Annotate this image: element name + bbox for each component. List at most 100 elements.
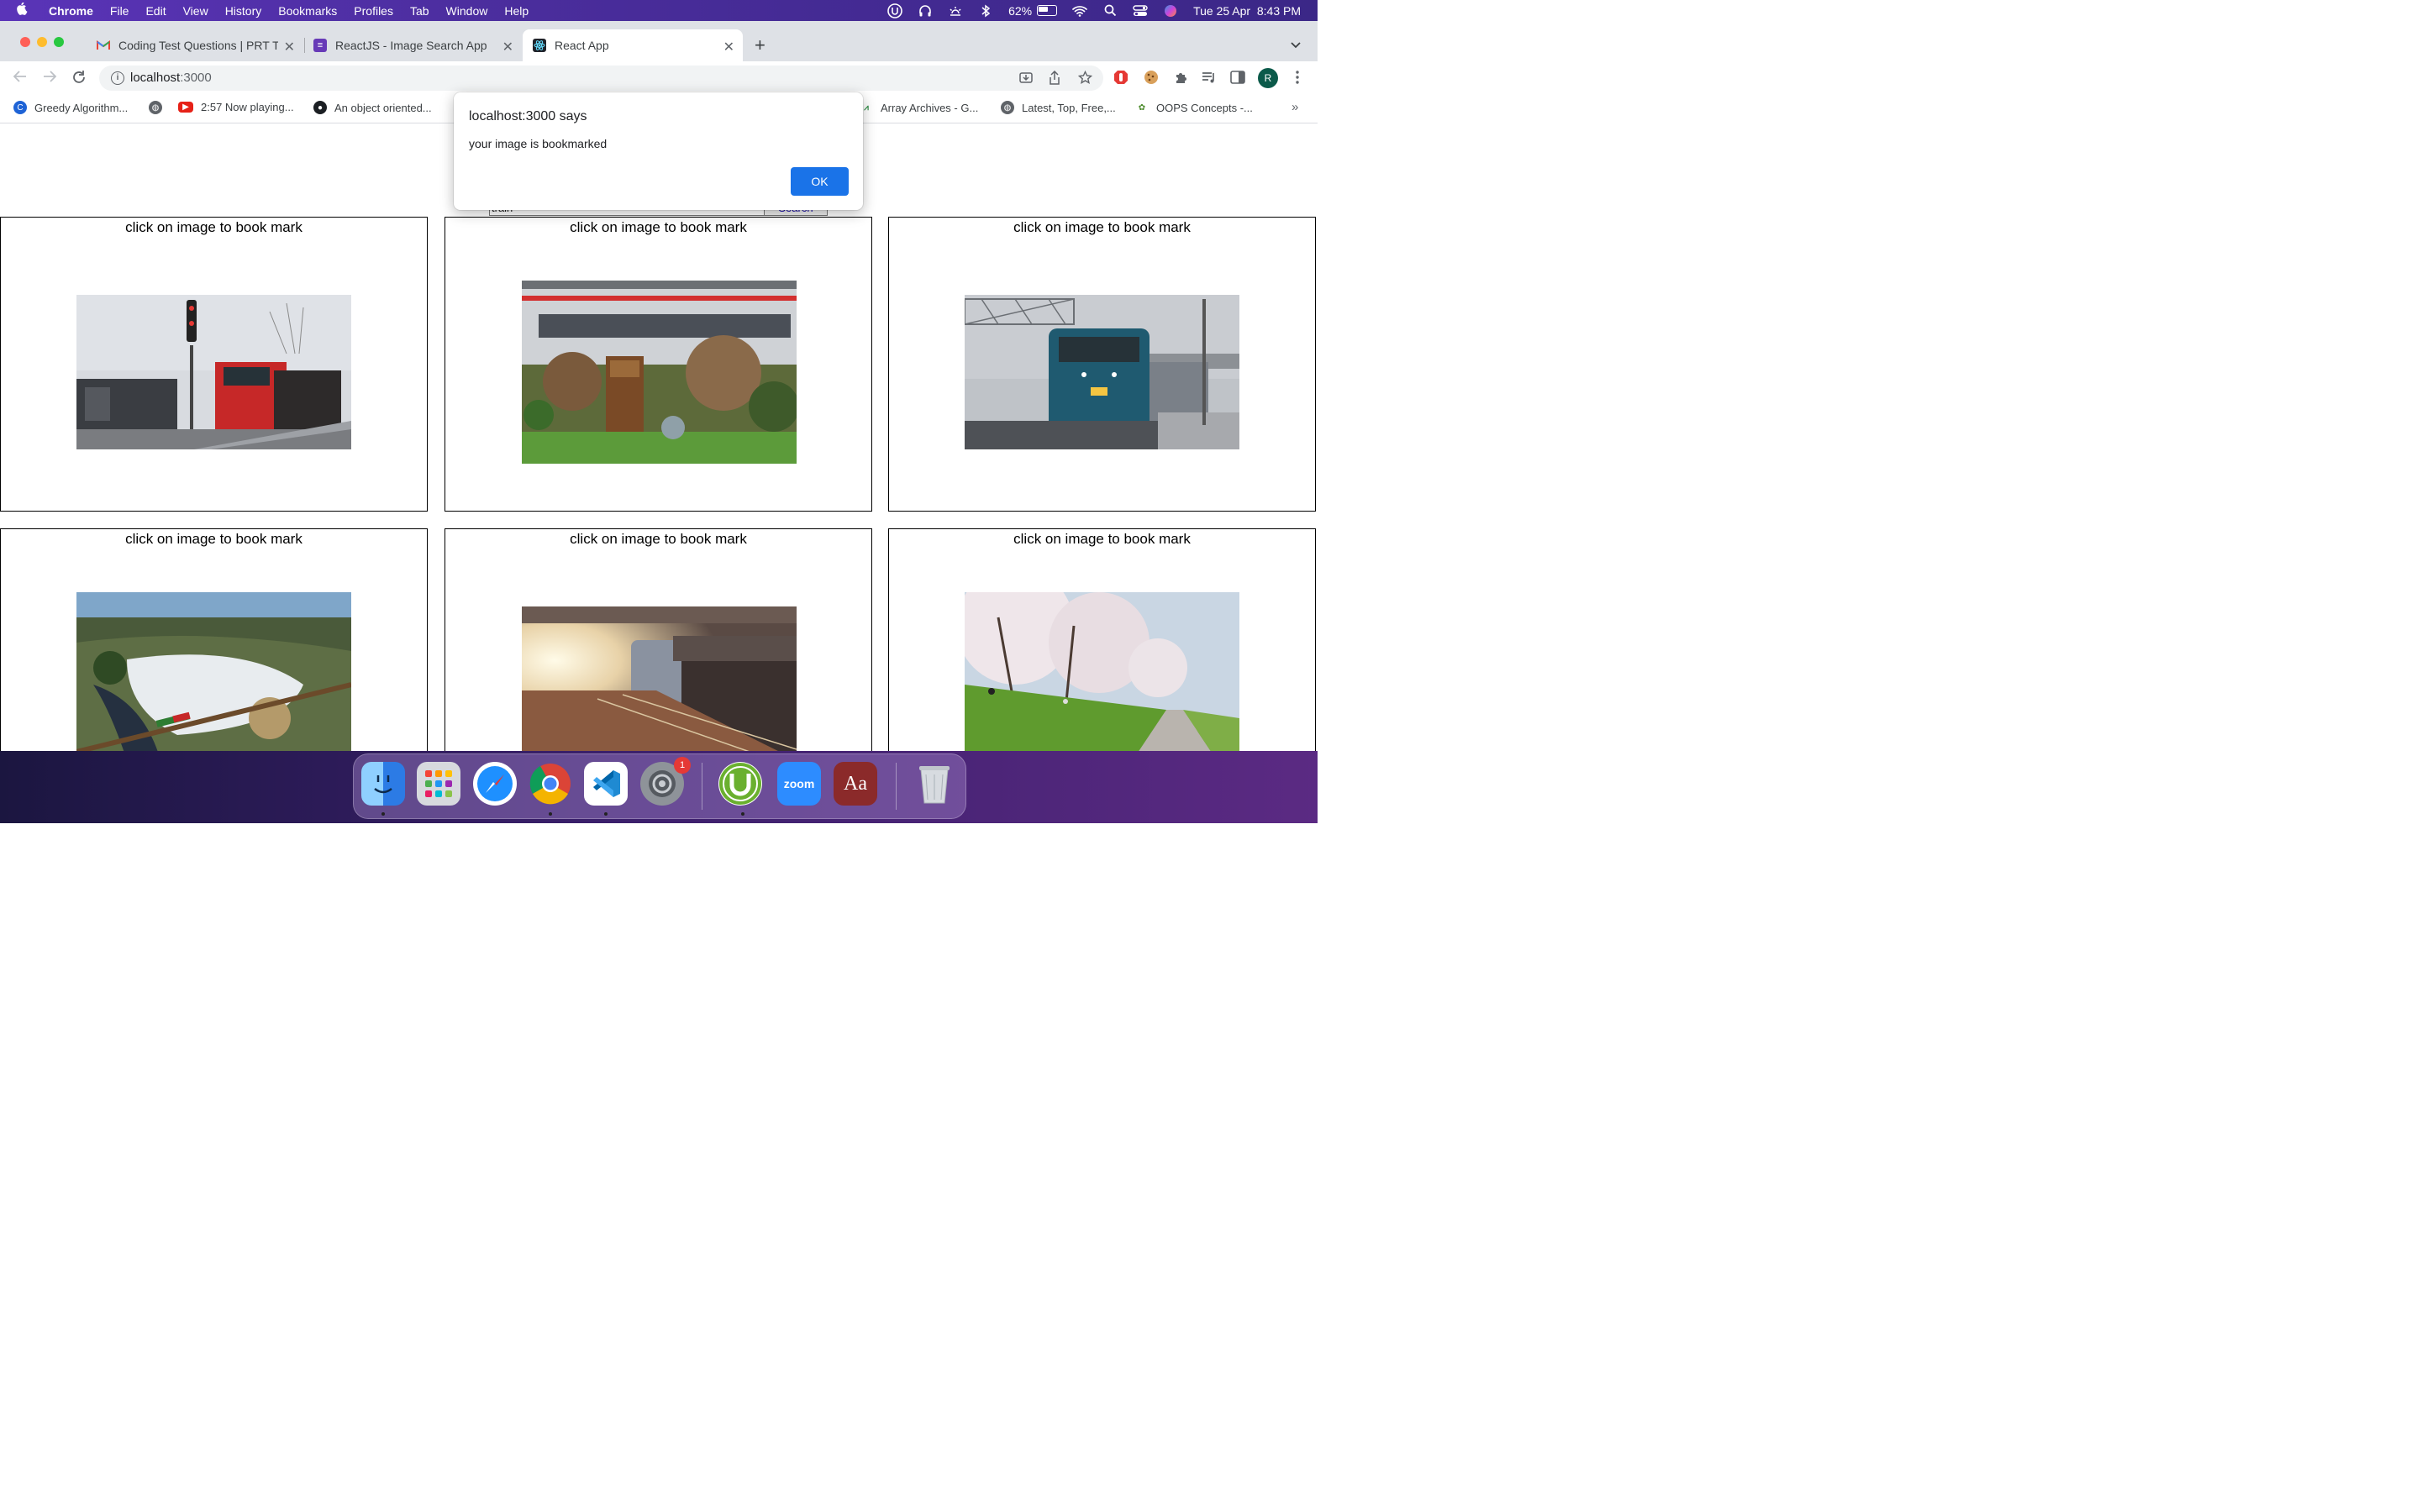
image-card[interactable]: click on image to book mark bbox=[888, 217, 1316, 512]
brightness-icon[interactable] bbox=[948, 5, 963, 17]
card-caption: click on image to book mark bbox=[125, 531, 302, 547]
spotlight-search-icon[interactable] bbox=[1102, 4, 1118, 17]
zoom-icon[interactable]: zoom bbox=[777, 762, 821, 806]
tab-title: React App bbox=[555, 39, 609, 52]
image-card[interactable]: click on image to book mark bbox=[0, 217, 428, 512]
train-photo-garden[interactable] bbox=[522, 281, 797, 464]
bookmark-item[interactable]: ◍ Latest, Top, Free,... bbox=[1001, 101, 1116, 114]
side-panel-icon[interactable] bbox=[1229, 69, 1246, 86]
menu-tab[interactable]: Tab bbox=[410, 4, 429, 18]
train-photo-via-rail[interactable] bbox=[965, 295, 1239, 449]
menu-edit[interactable]: Edit bbox=[145, 4, 166, 18]
bookmark-item[interactable]: ✿ OOPS Concepts -... bbox=[1135, 101, 1253, 114]
dock-separator bbox=[896, 763, 897, 810]
extensions-puzzle-icon[interactable] bbox=[1172, 69, 1189, 86]
train-photo-sunset-platform[interactable] bbox=[522, 606, 797, 751]
macos-menu-bar: Chrome File Edit View History Bookmarks … bbox=[0, 0, 1318, 21]
apple-menu-icon[interactable] bbox=[17, 2, 32, 19]
image-card[interactable]: click on image to book mark bbox=[445, 217, 872, 512]
bookmark-label: Greedy Algorithm... bbox=[34, 101, 129, 114]
bookmark-item[interactable]: ● An object oriented... bbox=[313, 101, 432, 114]
menu-file[interactable]: File bbox=[110, 4, 129, 18]
react-icon bbox=[533, 39, 546, 52]
launchpad-icon[interactable] bbox=[417, 762, 460, 806]
finder-icon[interactable] bbox=[361, 762, 405, 806]
adblock-extension-icon[interactable] bbox=[1113, 69, 1129, 86]
dialog-title: localhost:3000 says bbox=[469, 109, 587, 123]
menu-profiles[interactable]: Profiles bbox=[354, 4, 393, 18]
window-minimize-button[interactable] bbox=[37, 37, 47, 47]
bookmark-item[interactable]: ⩘ Array Archives - G... bbox=[860, 101, 978, 114]
url-host: localhost bbox=[130, 71, 181, 85]
bluetooth-icon[interactable] bbox=[978, 4, 993, 17]
tab-coding-test[interactable]: Coding Test Questions | PRT Te ✕ bbox=[87, 29, 303, 61]
control-center-icon[interactable] bbox=[1133, 4, 1148, 17]
trash-icon[interactable] bbox=[913, 762, 956, 806]
site-info-icon[interactable]: i bbox=[111, 71, 124, 85]
menu-clock[interactable]: Tue 25 Apr 8:43 PM bbox=[1193, 4, 1301, 18]
close-tab-icon[interactable]: ✕ bbox=[284, 39, 295, 55]
menu-help[interactable]: Help bbox=[504, 4, 529, 18]
back-arrow-icon[interactable] bbox=[13, 70, 28, 87]
forward-arrow-icon[interactable] bbox=[42, 70, 57, 87]
bookmark-label: Latest, Top, Free,... bbox=[1022, 101, 1116, 114]
running-indicator bbox=[741, 812, 744, 816]
bookmark-label: An object oriented... bbox=[334, 101, 432, 114]
system-settings-icon[interactable]: 1 bbox=[640, 757, 691, 806]
safari-icon[interactable] bbox=[473, 762, 517, 806]
close-tab-icon[interactable]: ✕ bbox=[723, 39, 734, 55]
menu-bookmarks[interactable]: Bookmarks bbox=[278, 4, 337, 18]
bookmark-item[interactable]: C Greedy Algorithm... bbox=[13, 101, 128, 114]
tab-react-app[interactable]: React App ✕ bbox=[523, 29, 743, 61]
chrome-toolbar: i localhost:3000 R bbox=[0, 61, 1318, 95]
notification-badge: 1 bbox=[674, 757, 691, 774]
globe-icon: ◍ bbox=[149, 101, 162, 114]
chrome-menu-icon[interactable] bbox=[1289, 69, 1306, 86]
window-zoom-button[interactable] bbox=[54, 37, 64, 47]
train-photo-cn-locomotive[interactable] bbox=[76, 295, 351, 449]
bookmark-item[interactable]: ◍ bbox=[149, 101, 170, 114]
install-app-icon[interactable] bbox=[1019, 71, 1033, 87]
gmail-icon bbox=[97, 39, 110, 52]
more-bookmarks-chevron-icon[interactable]: » bbox=[1292, 100, 1298, 114]
share-icon[interactable] bbox=[1049, 70, 1060, 88]
address-url: localhost:3000 bbox=[130, 71, 212, 85]
chrome-icon[interactable] bbox=[529, 762, 572, 806]
tab-image-search[interactable]: ≡ ReactJS - Image Search App ✕ bbox=[305, 29, 522, 61]
menu-view[interactable]: View bbox=[183, 4, 208, 18]
menu-app-name[interactable]: Chrome bbox=[49, 4, 93, 18]
train-photo-aerial-bridge[interactable] bbox=[76, 592, 351, 751]
vscode-icon[interactable] bbox=[584, 762, 628, 806]
bookmark-label: Array Archives - G... bbox=[881, 101, 979, 114]
image-card[interactable]: click on image to book mark bbox=[888, 528, 1316, 751]
media-controls-icon[interactable] bbox=[1201, 69, 1218, 86]
dialog-message: your image is bookmarked bbox=[469, 137, 608, 150]
tab-search-chevron-icon[interactable] bbox=[1291, 38, 1301, 53]
wifi-icon[interactable] bbox=[1072, 5, 1087, 17]
image-card[interactable]: click on image to book mark bbox=[445, 528, 872, 751]
menu-history[interactable]: History bbox=[225, 4, 262, 18]
new-tab-icon[interactable]: + bbox=[755, 34, 765, 56]
vpn-icon[interactable] bbox=[887, 3, 902, 18]
reload-icon[interactable] bbox=[71, 70, 87, 89]
dictionary-icon[interactable]: Aa bbox=[834, 762, 877, 806]
utorrent-icon[interactable] bbox=[718, 762, 762, 806]
bookmark-item[interactable]: ▶ 2:57 Now playing... bbox=[178, 101, 294, 113]
battery-status[interactable]: 62% bbox=[1008, 4, 1058, 18]
bookmark-label: OOPS Concepts -... bbox=[1156, 101, 1253, 114]
close-tab-icon[interactable]: ✕ bbox=[502, 39, 513, 55]
card-caption: click on image to book mark bbox=[1013, 219, 1191, 235]
train-photo-cherry-blossom-path[interactable] bbox=[965, 592, 1239, 751]
running-indicator bbox=[549, 812, 552, 816]
menu-window[interactable]: Window bbox=[446, 4, 488, 18]
address-bar[interactable]: i localhost:3000 bbox=[99, 66, 1103, 91]
web-page: train Search click on image to book mark bbox=[0, 123, 1318, 751]
bookmark-star-icon[interactable] bbox=[1077, 70, 1093, 88]
profile-avatar[interactable]: R bbox=[1258, 68, 1278, 88]
ok-button[interactable]: OK bbox=[791, 167, 849, 196]
image-card[interactable]: click on image to book mark bbox=[0, 528, 428, 751]
headphones-icon[interactable] bbox=[918, 4, 933, 17]
cookie-extension-icon[interactable] bbox=[1143, 69, 1160, 86]
window-close-button[interactable] bbox=[20, 37, 30, 47]
siri-icon[interactable] bbox=[1163, 4, 1178, 17]
